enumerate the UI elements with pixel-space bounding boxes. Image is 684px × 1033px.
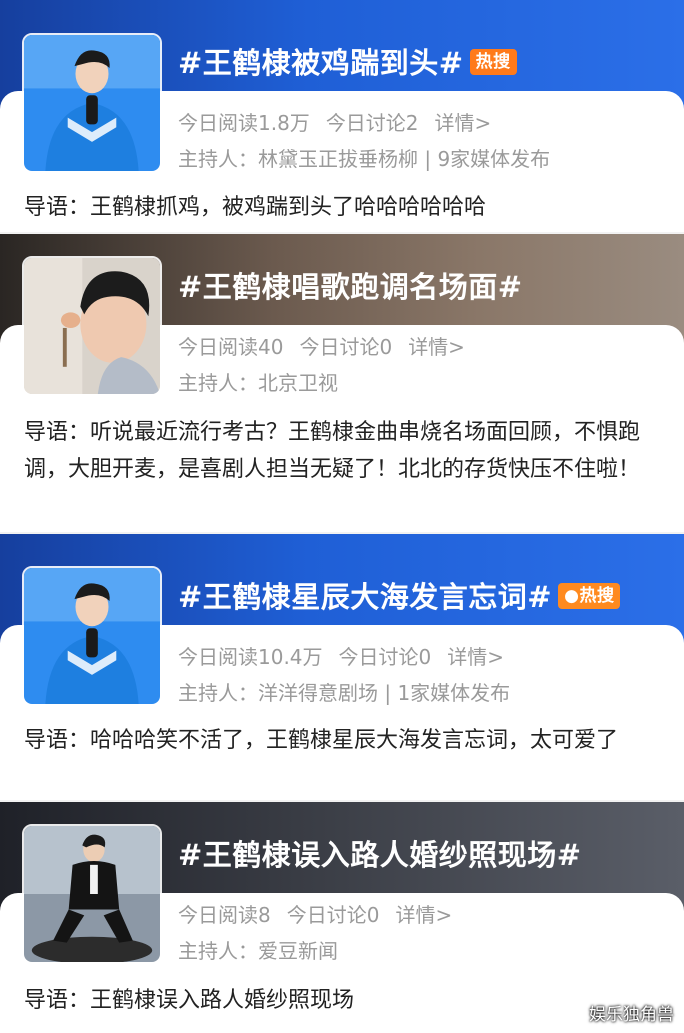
reads-count: 今日阅读40 xyxy=(178,335,284,359)
topic-avatar-image[interactable] xyxy=(22,256,162,396)
topic-title-text: #王鹤棣唱歌跑调名场面# xyxy=(178,270,523,304)
topic-intro: 导语：王鹤棣误入路人婚纱照现场 xyxy=(24,988,355,1013)
reads-count: 今日阅读1.8万 xyxy=(178,111,310,135)
detail-link[interactable]: 详情> xyxy=(447,645,504,669)
topic-title[interactable]: #王鹤棣误入路人婚纱照现场# xyxy=(178,832,582,874)
topic-host: 主持人：爱豆新闻 xyxy=(178,939,338,963)
topic-host: 主持人：洋洋得意剧场 | 1家媒体发布 xyxy=(178,681,511,705)
discuss-count: 今日讨论0 xyxy=(338,645,432,669)
topic-title-text: #王鹤棣被鸡踹到头# xyxy=(178,46,464,80)
flame-icon: ● xyxy=(564,586,580,606)
reads-count: 今日阅读10.4万 xyxy=(178,645,323,669)
topic-title[interactable]: #王鹤棣被鸡踹到头# 热搜 xyxy=(178,40,517,82)
topic-avatar-image[interactable] xyxy=(22,566,162,706)
person-blue-jacket-mic-icon xyxy=(24,35,160,171)
person-suit-crouching-icon xyxy=(24,826,160,962)
topic-avatar-image[interactable] xyxy=(22,824,162,964)
topic-stats: 今日阅读8 今日讨论0 详情> xyxy=(178,899,468,928)
discuss-count: 今日讨论2 xyxy=(325,111,419,135)
person-singing-closeup-icon xyxy=(24,258,160,394)
topic-stats: 今日阅读40 今日讨论0 详情> xyxy=(178,331,481,360)
hot-search-badge: 热搜 xyxy=(469,49,517,75)
discuss-count: 今日讨论0 xyxy=(299,335,393,359)
detail-link[interactable]: 详情> xyxy=(435,111,492,135)
hot-search-badge: ●热搜 xyxy=(558,583,621,609)
topic-title-text: #王鹤棣星辰大海发言忘词# xyxy=(178,580,553,614)
topic-intro: 导语：王鹤棣抓鸡，被鸡踹到头了哈哈哈哈哈哈 xyxy=(24,195,487,220)
topic-card-2[interactable]: #王鹤棣唱歌跑调名场面# 今日阅读40 今日讨论0 详情> 主持人：北京卫视 导语：… xyxy=(0,234,684,532)
topic-intro: 导语：哈哈哈笑不活了，王鹤棣星辰大海发言忘词，太可爱了 xyxy=(24,728,619,753)
topic-stats: 今日阅读10.4万 今日讨论0 详情> xyxy=(178,641,520,670)
topic-card-3[interactable]: #王鹤棣星辰大海发言忘词# ●热搜 今日阅读10.4万 今日讨论0 详情> 主持人：洋… xyxy=(0,534,684,800)
topic-card-1[interactable]: #王鹤棣被鸡踹到头# 热搜 今日阅读1.8万 今日讨论2 详情> 主持人：林黛玉正拔垂… xyxy=(0,0,684,232)
watermark: 娱乐独角兽 xyxy=(589,1005,674,1025)
topic-title[interactable]: #王鹤棣唱歌跑调名场面# xyxy=(178,264,523,306)
topic-card-4[interactable]: #王鹤棣误入路人婚纱照现场# 今日阅读8 今日讨论0 详情> 主持人：爱豆新闻 导语… xyxy=(0,802,684,1033)
person-blue-jacket-mic-icon xyxy=(24,568,160,704)
topic-host: 主持人：北京卫视 xyxy=(178,371,338,395)
discuss-count: 今日讨论0 xyxy=(286,903,380,927)
reads-count: 今日阅读8 xyxy=(178,903,271,927)
topic-host: 主持人：林黛玉正拔垂杨柳 | 9家媒体发布 xyxy=(178,147,551,171)
topic-title[interactable]: #王鹤棣星辰大海发言忘词# ●热搜 xyxy=(178,574,621,616)
topic-stats: 今日阅读1.8万 今日讨论2 详情> xyxy=(178,107,507,136)
topic-avatar-image[interactable] xyxy=(22,33,162,173)
detail-link[interactable]: 详情> xyxy=(408,335,465,359)
detail-link[interactable]: 详情> xyxy=(395,903,452,927)
topic-intro: 导语：听说最近流行考古？王鹤棣金曲串烧名场面回顾，不惧跑调，大胆开麦，是喜剧人担… xyxy=(24,420,641,482)
topic-title-text: #王鹤棣误入路人婚纱照现场# xyxy=(178,838,582,872)
